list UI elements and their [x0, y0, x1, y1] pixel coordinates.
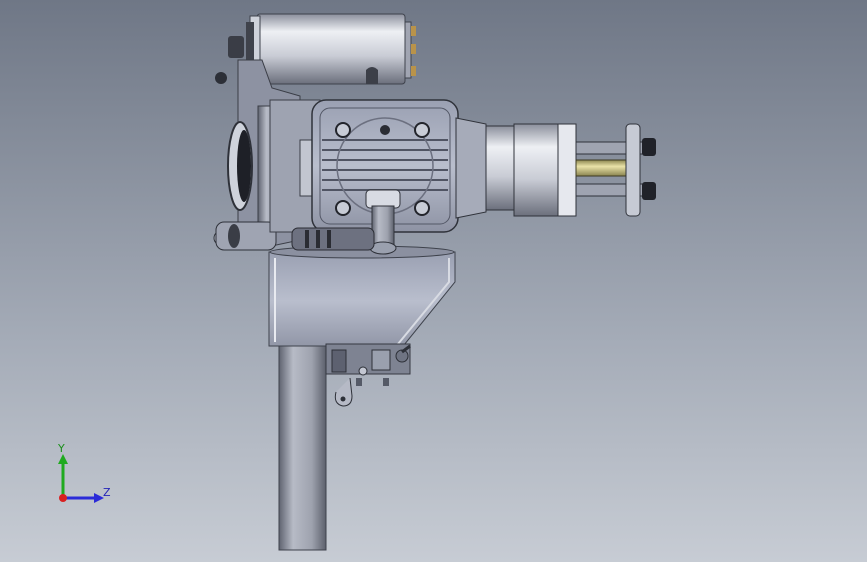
mount-tube[interactable]: [278, 337, 327, 551]
intake-manifold[interactable]: [268, 245, 456, 351]
carburetor[interactable]: [325, 343, 411, 407]
3d-viewport[interactable]: Y Z: [0, 0, 867, 562]
y-axis-arrowhead-icon: [58, 454, 68, 464]
y-axis-label: Y: [58, 442, 65, 455]
starter-motor[interactable]: [246, 13, 416, 85]
axis-triad: [58, 454, 104, 503]
z-axis-label: Z: [103, 486, 111, 499]
prop-bolts[interactable]: [575, 123, 656, 217]
engine-model[interactable]: [0, 0, 867, 562]
x-axis-dot-icon: [59, 494, 67, 502]
prop-hub[interactable]: [455, 117, 577, 219]
